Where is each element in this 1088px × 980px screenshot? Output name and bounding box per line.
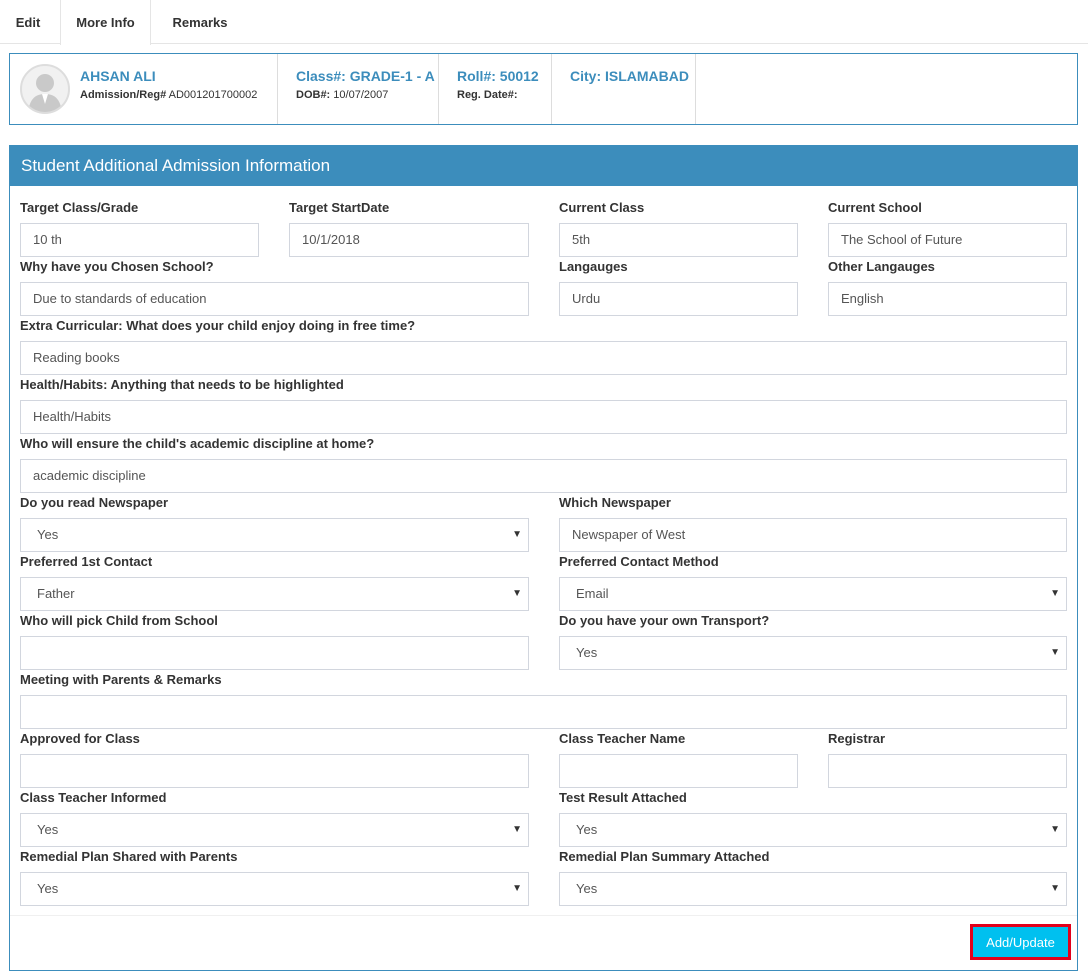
health-input[interactable]: Health/Habits xyxy=(20,400,1067,434)
admission-value: AD001201700002 xyxy=(168,89,258,101)
remedial-shared-select[interactable]: Yes ▼ xyxy=(20,872,529,906)
languages-input[interactable]: Urdu xyxy=(559,282,798,316)
remedial-summary-label: Remedial Plan Summary Attached xyxy=(559,849,770,864)
remedial-summary-select[interactable]: Yes ▼ xyxy=(559,872,1067,906)
teacher-name-label: Class Teacher Name xyxy=(559,731,686,746)
tab-bar: Edit More Info Remarks xyxy=(0,0,1088,45)
contact-method-label: Preferred Contact Method xyxy=(559,554,719,569)
target-class-label: Target Class/Grade xyxy=(20,200,139,215)
extra-curricular-label: Extra Curricular: What does your child e… xyxy=(20,318,416,333)
registrar-input[interactable] xyxy=(828,754,1067,788)
own-transport-value: Yes xyxy=(576,645,598,660)
student-identity: AHSAN ALI Admission/Reg# AD001201700002 xyxy=(10,54,278,124)
approved-class-input[interactable] xyxy=(20,754,529,788)
own-transport-label: Do you have your own Transport? xyxy=(559,613,770,628)
teacher-informed-value: Yes xyxy=(37,822,59,837)
panel-title: Student Additional Admission Information xyxy=(10,146,1077,186)
current-school-label: Current School xyxy=(828,200,922,215)
target-class-input[interactable]: 10 th xyxy=(20,223,259,257)
panel-footer-divider xyxy=(10,915,1077,916)
additional-info-panel: Student Additional Admission Information… xyxy=(9,145,1078,971)
admission-number: Admission/Reg# AD001201700002 xyxy=(80,89,257,101)
preferred-contact-label: Preferred 1st Contact xyxy=(20,554,153,569)
reg-date: Reg. Date#: xyxy=(457,89,518,101)
tab-edit[interactable]: Edit xyxy=(0,0,56,44)
chevron-down-icon: ▼ xyxy=(1050,647,1060,658)
reg-date-label: Reg. Date#: xyxy=(457,89,518,101)
preferred-contact-select[interactable]: Father ▼ xyxy=(20,577,529,611)
other-languages-input[interactable]: English xyxy=(828,282,1067,316)
test-result-select[interactable]: Yes ▼ xyxy=(559,813,1067,847)
class-title: Class#: GRADE-1 - A xyxy=(296,68,435,84)
which-newspaper-label: Which Newspaper xyxy=(559,495,671,510)
roll-info: Roll#: 50012 Reg. Date#: xyxy=(439,54,552,124)
dob: DOB#: 10/07/2007 xyxy=(296,89,388,101)
approved-class-label: Approved for Class xyxy=(20,731,140,746)
meeting-label: Meeting with Parents & Remarks xyxy=(20,672,222,687)
chevron-down-icon: ▼ xyxy=(1050,883,1060,894)
target-start-label: Target StartDate xyxy=(289,200,390,215)
discipline-label: Who will ensure the child's academic dis… xyxy=(20,436,375,451)
chevron-down-icon: ▼ xyxy=(512,824,522,835)
read-newspaper-label: Do you read Newspaper xyxy=(20,495,169,510)
contact-method-select[interactable]: Email ▼ xyxy=(559,577,1067,611)
pick-child-label: Who will pick Child from School xyxy=(20,613,218,628)
student-info-card: AHSAN ALI Admission/Reg# AD001201700002 … xyxy=(9,53,1078,125)
avatar xyxy=(20,64,70,114)
teacher-informed-select[interactable]: Yes ▼ xyxy=(20,813,529,847)
chevron-down-icon: ▼ xyxy=(1050,824,1060,835)
dob-value: 10/07/2007 xyxy=(333,89,389,101)
current-class-label: Current Class xyxy=(559,200,645,215)
class-info: Class#: GRADE-1 - A DOB#: 10/07/2007 xyxy=(278,54,439,124)
chevron-down-icon: ▼ xyxy=(512,529,522,540)
which-newspaper-input[interactable]: Newspaper of West xyxy=(559,518,1067,552)
discipline-input[interactable]: academic discipline xyxy=(20,459,1067,493)
own-transport-select[interactable]: Yes ▼ xyxy=(559,636,1067,670)
registrar-label: Registrar xyxy=(828,731,886,746)
remedial-summary-value: Yes xyxy=(576,881,598,896)
why-school-input[interactable]: Due to standards of education xyxy=(20,282,529,316)
contact-method-value: Email xyxy=(576,586,609,601)
extra-curricular-input[interactable]: Reading books xyxy=(20,341,1067,375)
user-silhouette-icon xyxy=(28,74,62,112)
admission-label: Admission/Reg# xyxy=(80,89,167,101)
tab-remarks[interactable]: Remarks xyxy=(160,0,240,44)
student-name: AHSAN ALI xyxy=(80,68,156,84)
read-newspaper-value: Yes xyxy=(37,527,59,542)
dob-label: DOB#: xyxy=(296,89,331,101)
chevron-down-icon: ▼ xyxy=(512,588,522,599)
meeting-input[interactable] xyxy=(20,695,1067,729)
remedial-shared-value: Yes xyxy=(37,881,59,896)
target-start-input[interactable]: 10/1/2018 xyxy=(289,223,529,257)
add-update-button[interactable]: Add/Update xyxy=(970,924,1071,960)
pick-child-input[interactable] xyxy=(20,636,529,670)
preferred-contact-value: Father xyxy=(37,586,75,601)
current-school-input[interactable]: The School of Future xyxy=(828,223,1067,257)
city-title: City: ISLAMABAD xyxy=(570,68,689,84)
current-class-input[interactable]: 5th xyxy=(559,223,798,257)
test-result-label: Test Result Attached xyxy=(559,790,687,805)
read-newspaper-select[interactable]: Yes ▼ xyxy=(20,518,529,552)
teacher-name-input[interactable] xyxy=(559,754,798,788)
tab-more-info[interactable]: More Info xyxy=(60,0,151,45)
health-label: Health/Habits: Anything that needs to be… xyxy=(20,377,344,392)
why-school-label: Why have you Chosen School? xyxy=(20,259,214,274)
chevron-down-icon: ▼ xyxy=(1050,588,1060,599)
languages-label: Langauges xyxy=(559,259,628,274)
teacher-informed-label: Class Teacher Informed xyxy=(20,790,167,805)
city-info: City: ISLAMABAD xyxy=(552,54,696,124)
test-result-value: Yes xyxy=(576,822,598,837)
other-languages-label: Other Langauges xyxy=(828,259,935,274)
roll-title: Roll#: 50012 xyxy=(457,68,539,84)
chevron-down-icon: ▼ xyxy=(512,883,522,894)
remedial-shared-label: Remedial Plan Shared with Parents xyxy=(20,849,238,864)
